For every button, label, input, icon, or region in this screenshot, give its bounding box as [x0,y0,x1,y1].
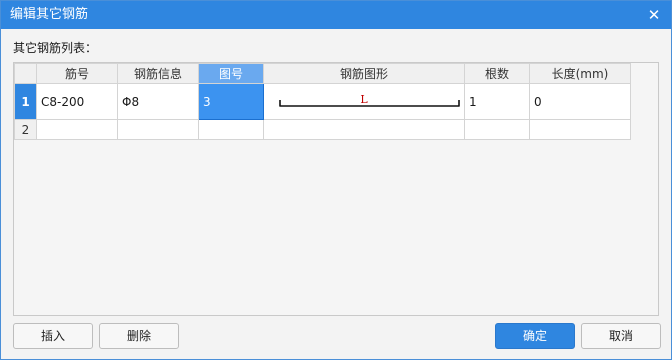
row-number[interactable]: 1 [14,83,37,120]
bar-info-cell[interactable]: Φ8 [117,83,199,120]
figure-no-cell[interactable] [198,119,264,140]
cancel-button[interactable]: 取消 [581,323,661,349]
close-icon[interactable]: ✕ [645,6,663,24]
rebar-list-label: 其它钢筋列表： [13,41,98,55]
figure-no-cell[interactable]: 3 [198,83,264,120]
column-header-figure-no[interactable]: 图号 [198,63,264,84]
bar-shape-cell[interactable] [263,119,465,140]
dialog-title: 编辑其它钢筋 [10,7,89,22]
rebar-grid[interactable]: 筋号 钢筋信息 图号 钢筋图形 根数 长度(mm) 1 C8-200 Φ8 3 [13,62,659,316]
ok-button[interactable]: 确定 [495,323,575,349]
insert-button[interactable]: 插入 [13,323,93,349]
count-cell[interactable]: 1 [464,83,530,120]
length-cell[interactable] [529,119,631,140]
bar-shape-cell[interactable]: L [263,83,465,120]
column-header-bar-no[interactable]: 筋号 [36,63,118,84]
delete-button[interactable]: 删除 [99,323,179,349]
edit-other-rebar-dialog: 编辑其它钢筋 ✕ 其它钢筋列表： 筋号 钢筋信息 图号 钢筋图形 根数 长度(m… [0,0,672,360]
bar-info-cell[interactable] [117,119,199,140]
column-header-bar-shape[interactable]: 钢筋图形 [263,63,465,84]
row-number[interactable]: 2 [14,119,37,140]
bar-no-cell[interactable] [36,119,118,140]
table-row[interactable]: 1 C8-200 Φ8 3 L 1 0 [14,83,631,120]
column-header-bar-info[interactable]: 钢筋信息 [117,63,199,84]
corner-header [14,63,37,84]
shape-dimension-label: L [360,93,368,106]
column-header-length[interactable]: 长度(mm) [529,63,631,84]
count-cell[interactable] [464,119,530,140]
column-header-count[interactable]: 根数 [464,63,530,84]
bar-no-cell[interactable]: C8-200 [36,83,118,120]
header-row: 筋号 钢筋信息 图号 钢筋图形 根数 长度(mm) [14,63,631,84]
table-row[interactable]: 2 [14,119,631,140]
title-bar[interactable]: 编辑其它钢筋 ✕ [1,1,671,29]
rebar-table: 筋号 钢筋信息 图号 钢筋图形 根数 长度(mm) 1 C8-200 Φ8 3 [14,63,631,140]
length-cell[interactable]: 0 [529,83,631,120]
